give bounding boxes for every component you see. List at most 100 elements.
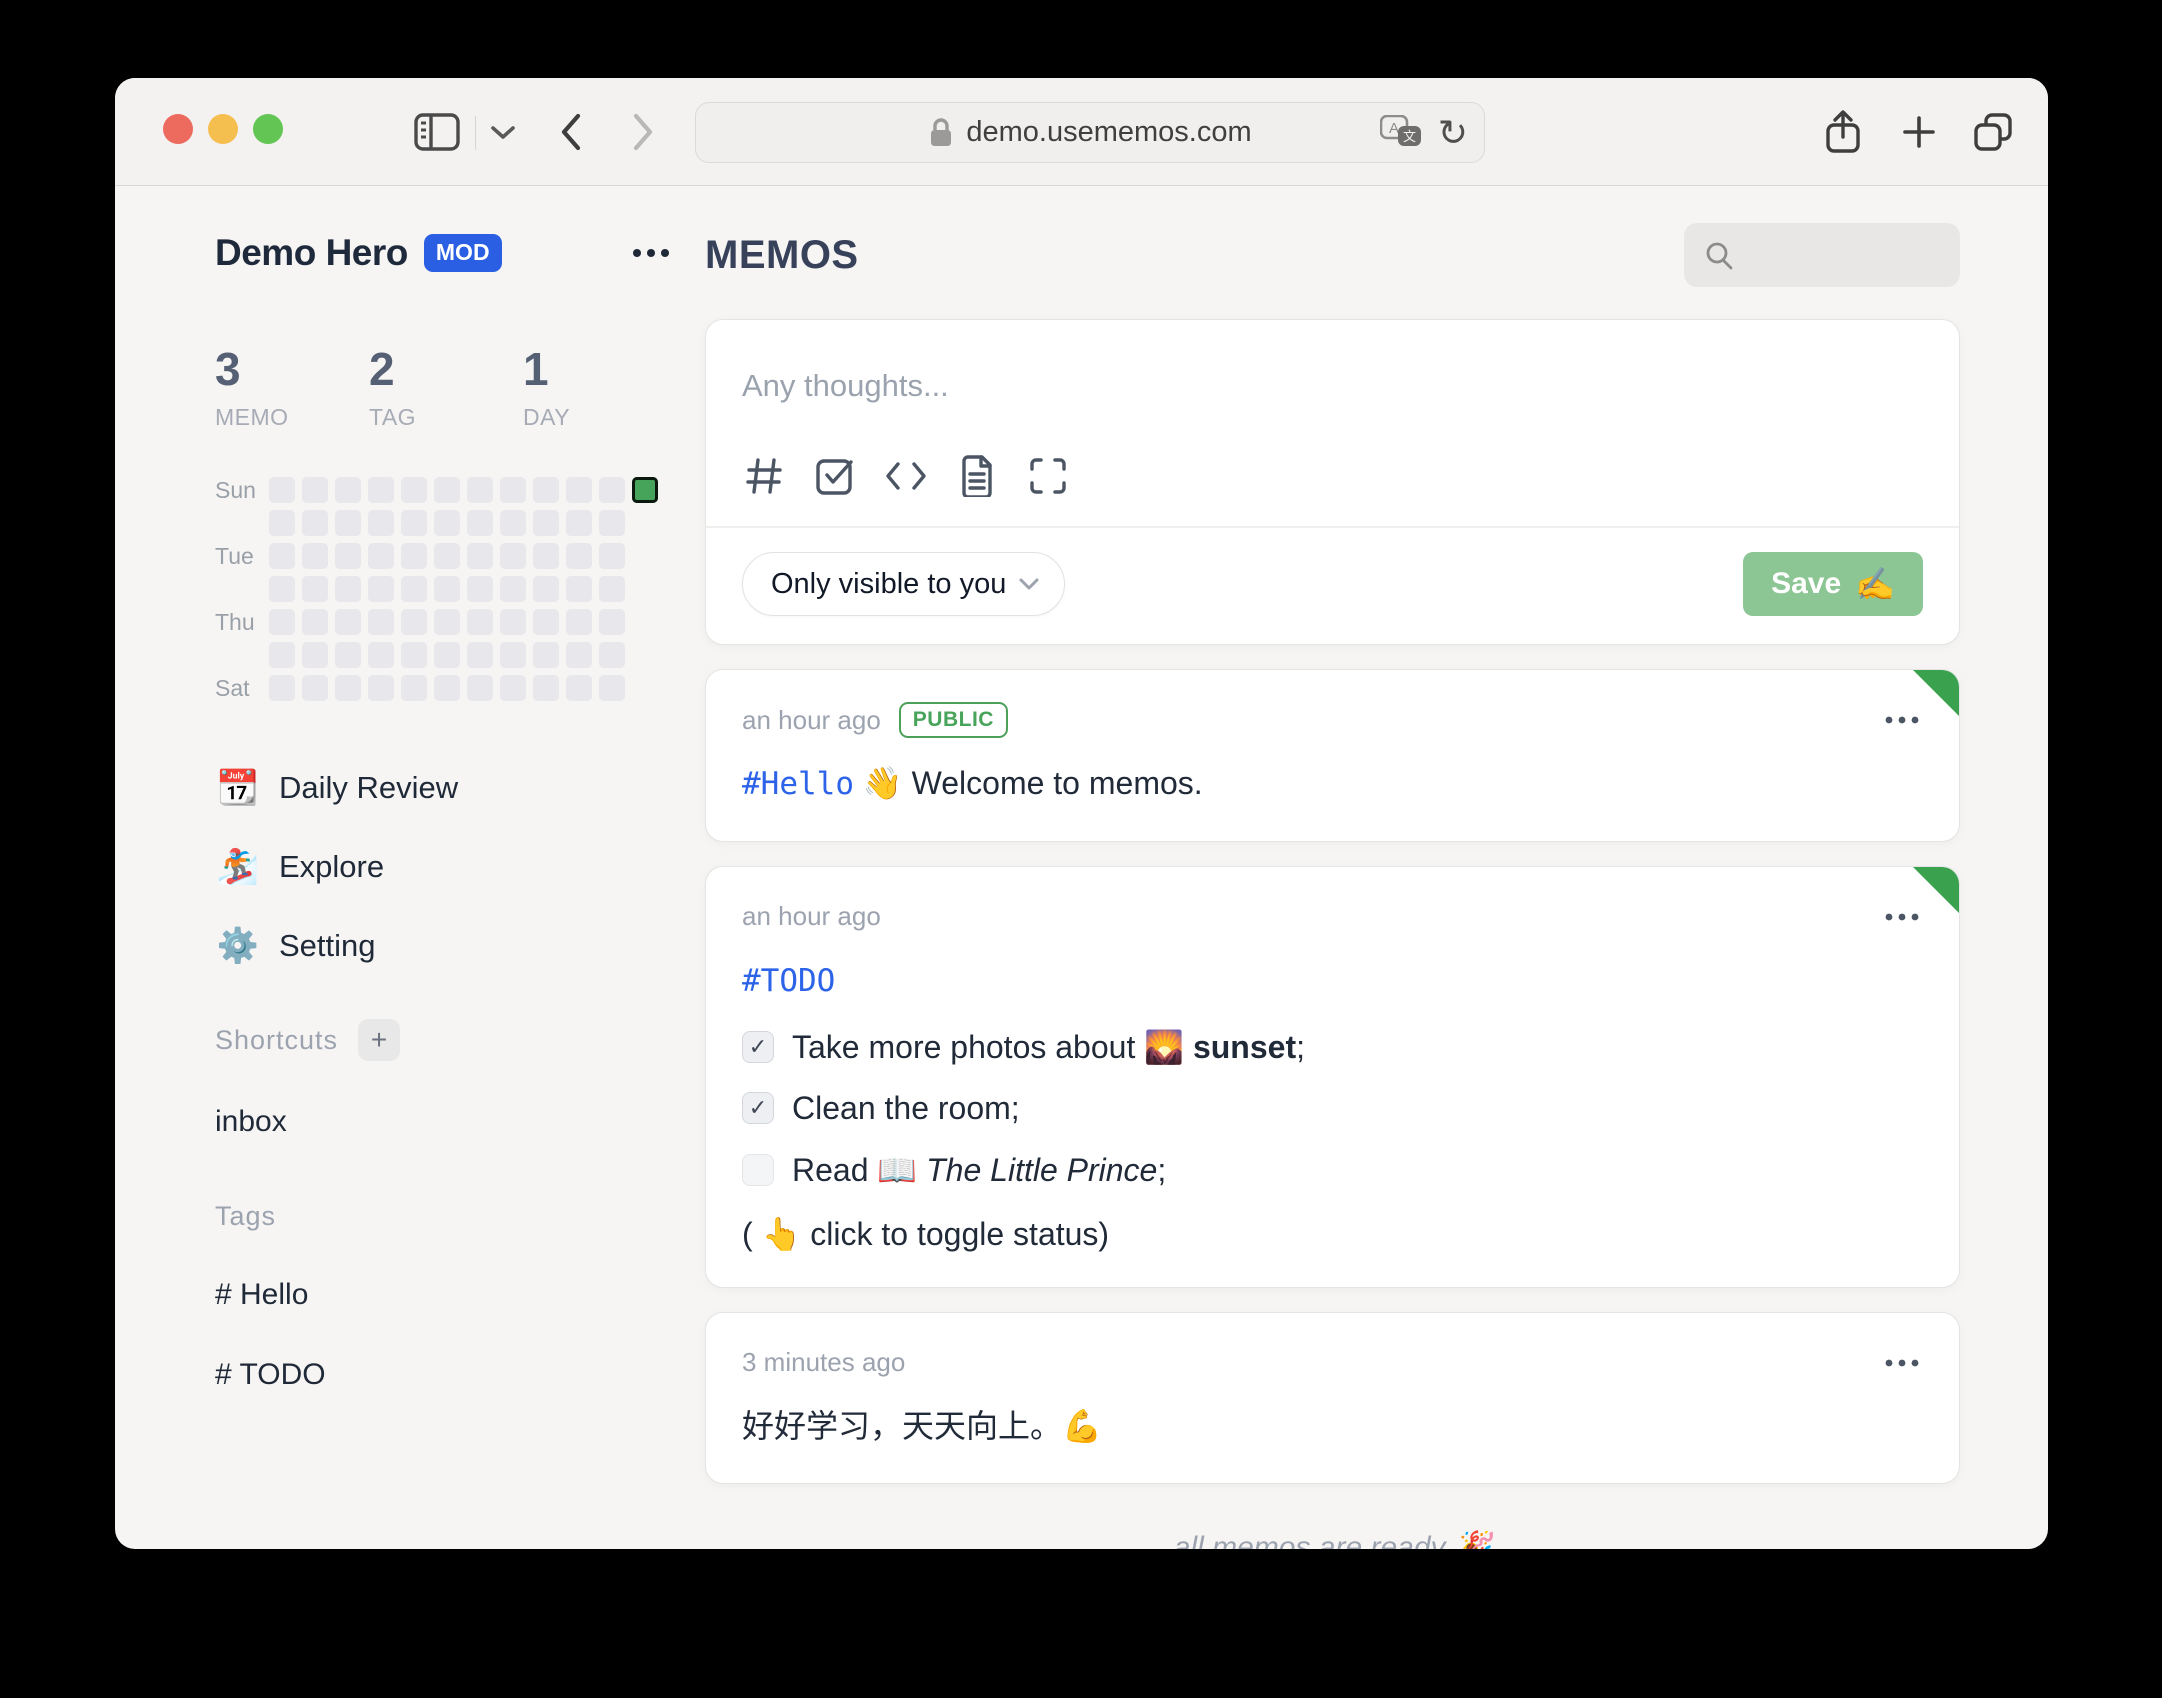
heatmap-cell[interactable] — [566, 510, 592, 536]
shortcut-item-inbox[interactable]: inbox — [215, 1105, 677, 1139]
heatmap-cell[interactable] — [335, 609, 361, 635]
heatmap-cell[interactable] — [632, 609, 658, 635]
heatmap-cell[interactable] — [302, 642, 328, 668]
heatmap-cell[interactable] — [434, 576, 460, 602]
heatmap-cell[interactable] — [533, 642, 559, 668]
hashtag-icon[interactable] — [742, 454, 786, 498]
heatmap-cell[interactable] — [401, 576, 427, 602]
chevron-down-icon[interactable] — [477, 106, 529, 158]
heatmap-cell[interactable] — [269, 576, 295, 602]
heatmap-cell[interactable] — [401, 510, 427, 536]
zoom-window-button[interactable] — [253, 114, 283, 144]
heatmap-cell[interactable] — [632, 477, 658, 503]
heatmap-cell[interactable] — [533, 675, 559, 701]
reload-icon[interactable]: ↻ — [1438, 114, 1468, 151]
heatmap-cell[interactable] — [269, 477, 295, 503]
heatmap-cell[interactable] — [599, 642, 625, 668]
heatmap-cell[interactable] — [368, 510, 394, 536]
heatmap-cell[interactable] — [335, 642, 361, 668]
heatmap-cell[interactable] — [467, 675, 493, 701]
heatmap-cell[interactable] — [401, 543, 427, 569]
heatmap-cell[interactable] — [335, 675, 361, 701]
heatmap-cell[interactable] — [533, 609, 559, 635]
heatmap-cell[interactable] — [632, 675, 658, 701]
heatmap-cell[interactable] — [467, 510, 493, 536]
heatmap-cell[interactable] — [632, 576, 658, 602]
heatmap-cell[interactable] — [632, 543, 658, 569]
heatmap-cell[interactable] — [269, 642, 295, 668]
heatmap-cell[interactable] — [533, 510, 559, 536]
heatmap-cell[interactable] — [335, 477, 361, 503]
heatmap-cell[interactable] — [566, 675, 592, 701]
heatmap-cell[interactable] — [269, 675, 295, 701]
back-button[interactable] — [545, 106, 597, 158]
heatmap-cell[interactable] — [500, 609, 526, 635]
heatmap-cell[interactable] — [269, 510, 295, 536]
heatmap-cell[interactable] — [566, 477, 592, 503]
file-text-icon[interactable] — [955, 454, 999, 498]
heatmap-cell[interactable] — [401, 642, 427, 668]
heatmap-cell[interactable] — [335, 576, 361, 602]
code-icon[interactable] — [884, 454, 928, 498]
heatmap-cell[interactable] — [302, 477, 328, 503]
heatmap-cell[interactable] — [599, 477, 625, 503]
heatmap-cell[interactable] — [599, 510, 625, 536]
minimize-window-button[interactable] — [208, 114, 238, 144]
save-button[interactable]: Save ✍️ — [1743, 552, 1923, 616]
user-menu-ellipsis-icon[interactable] — [625, 242, 677, 264]
share-icon[interactable] — [1817, 106, 1869, 158]
sidebar-item-setting[interactable]: ⚙️ Setting — [215, 906, 677, 985]
tag-item-todo[interactable]: # TODO — [215, 1358, 677, 1392]
memo-tag[interactable]: #Hello — [742, 766, 854, 802]
heatmap-cell[interactable] — [434, 510, 460, 536]
heatmap-cell[interactable] — [533, 543, 559, 569]
heatmap-cell[interactable] — [500, 675, 526, 701]
heatmap-cell[interactable] — [566, 609, 592, 635]
heatmap-cell[interactable] — [566, 543, 592, 569]
heatmap-cell[interactable] — [302, 675, 328, 701]
heatmap-cell[interactable] — [401, 675, 427, 701]
search-input[interactable] — [1684, 223, 1960, 287]
sidebar-item-explore[interactable]: 🏂 Explore — [215, 827, 677, 906]
checkbox-checked[interactable]: ✓ — [742, 1030, 774, 1063]
add-shortcut-button[interactable]: + — [358, 1019, 401, 1061]
tag-item-hello[interactable]: # Hello — [215, 1278, 677, 1312]
heatmap-cell[interactable] — [269, 543, 295, 569]
heatmap-cell[interactable] — [368, 675, 394, 701]
heatmap-cell[interactable] — [467, 576, 493, 602]
heatmap-cell[interactable] — [533, 576, 559, 602]
heatmap-cell[interactable] — [467, 609, 493, 635]
heatmap-cell[interactable] — [599, 675, 625, 701]
heatmap-cell[interactable] — [467, 642, 493, 668]
heatmap-cell[interactable] — [401, 609, 427, 635]
checkbox-unchecked[interactable] — [742, 1153, 774, 1186]
heatmap-cell[interactable] — [434, 642, 460, 668]
forward-button[interactable] — [617, 106, 669, 158]
heatmap-cell[interactable] — [632, 510, 658, 536]
sidebar-toggle-icon[interactable] — [411, 106, 463, 158]
heatmap-cell[interactable] — [599, 609, 625, 635]
heatmap-cell[interactable] — [566, 576, 592, 602]
heatmap-cell[interactable] — [269, 609, 295, 635]
heatmap-cell[interactable] — [368, 642, 394, 668]
heatmap-cell[interactable] — [302, 543, 328, 569]
heatmap-cell[interactable] — [368, 477, 394, 503]
tab-overview-icon[interactable] — [1967, 106, 2019, 158]
heatmap-cell[interactable] — [434, 477, 460, 503]
memo-menu-ellipsis-icon[interactable] — [1881, 1355, 1923, 1371]
heatmap-cell[interactable] — [500, 543, 526, 569]
heatmap-cell[interactable] — [335, 543, 361, 569]
heatmap-cell[interactable] — [599, 576, 625, 602]
translate-icon[interactable]: A 文 — [1379, 114, 1422, 151]
heatmap-cell[interactable] — [401, 477, 427, 503]
heatmap-cell[interactable] — [368, 609, 394, 635]
checkbox-checked[interactable]: ✓ — [742, 1092, 774, 1125]
heatmap-cell[interactable] — [434, 675, 460, 701]
fullscreen-icon[interactable] — [1026, 454, 1070, 498]
heatmap-cell[interactable] — [632, 642, 658, 668]
heatmap-cell[interactable] — [500, 642, 526, 668]
heatmap-cell[interactable] — [467, 543, 493, 569]
heatmap-cell[interactable] — [302, 609, 328, 635]
heatmap-cell[interactable] — [566, 642, 592, 668]
heatmap-cell[interactable] — [467, 477, 493, 503]
